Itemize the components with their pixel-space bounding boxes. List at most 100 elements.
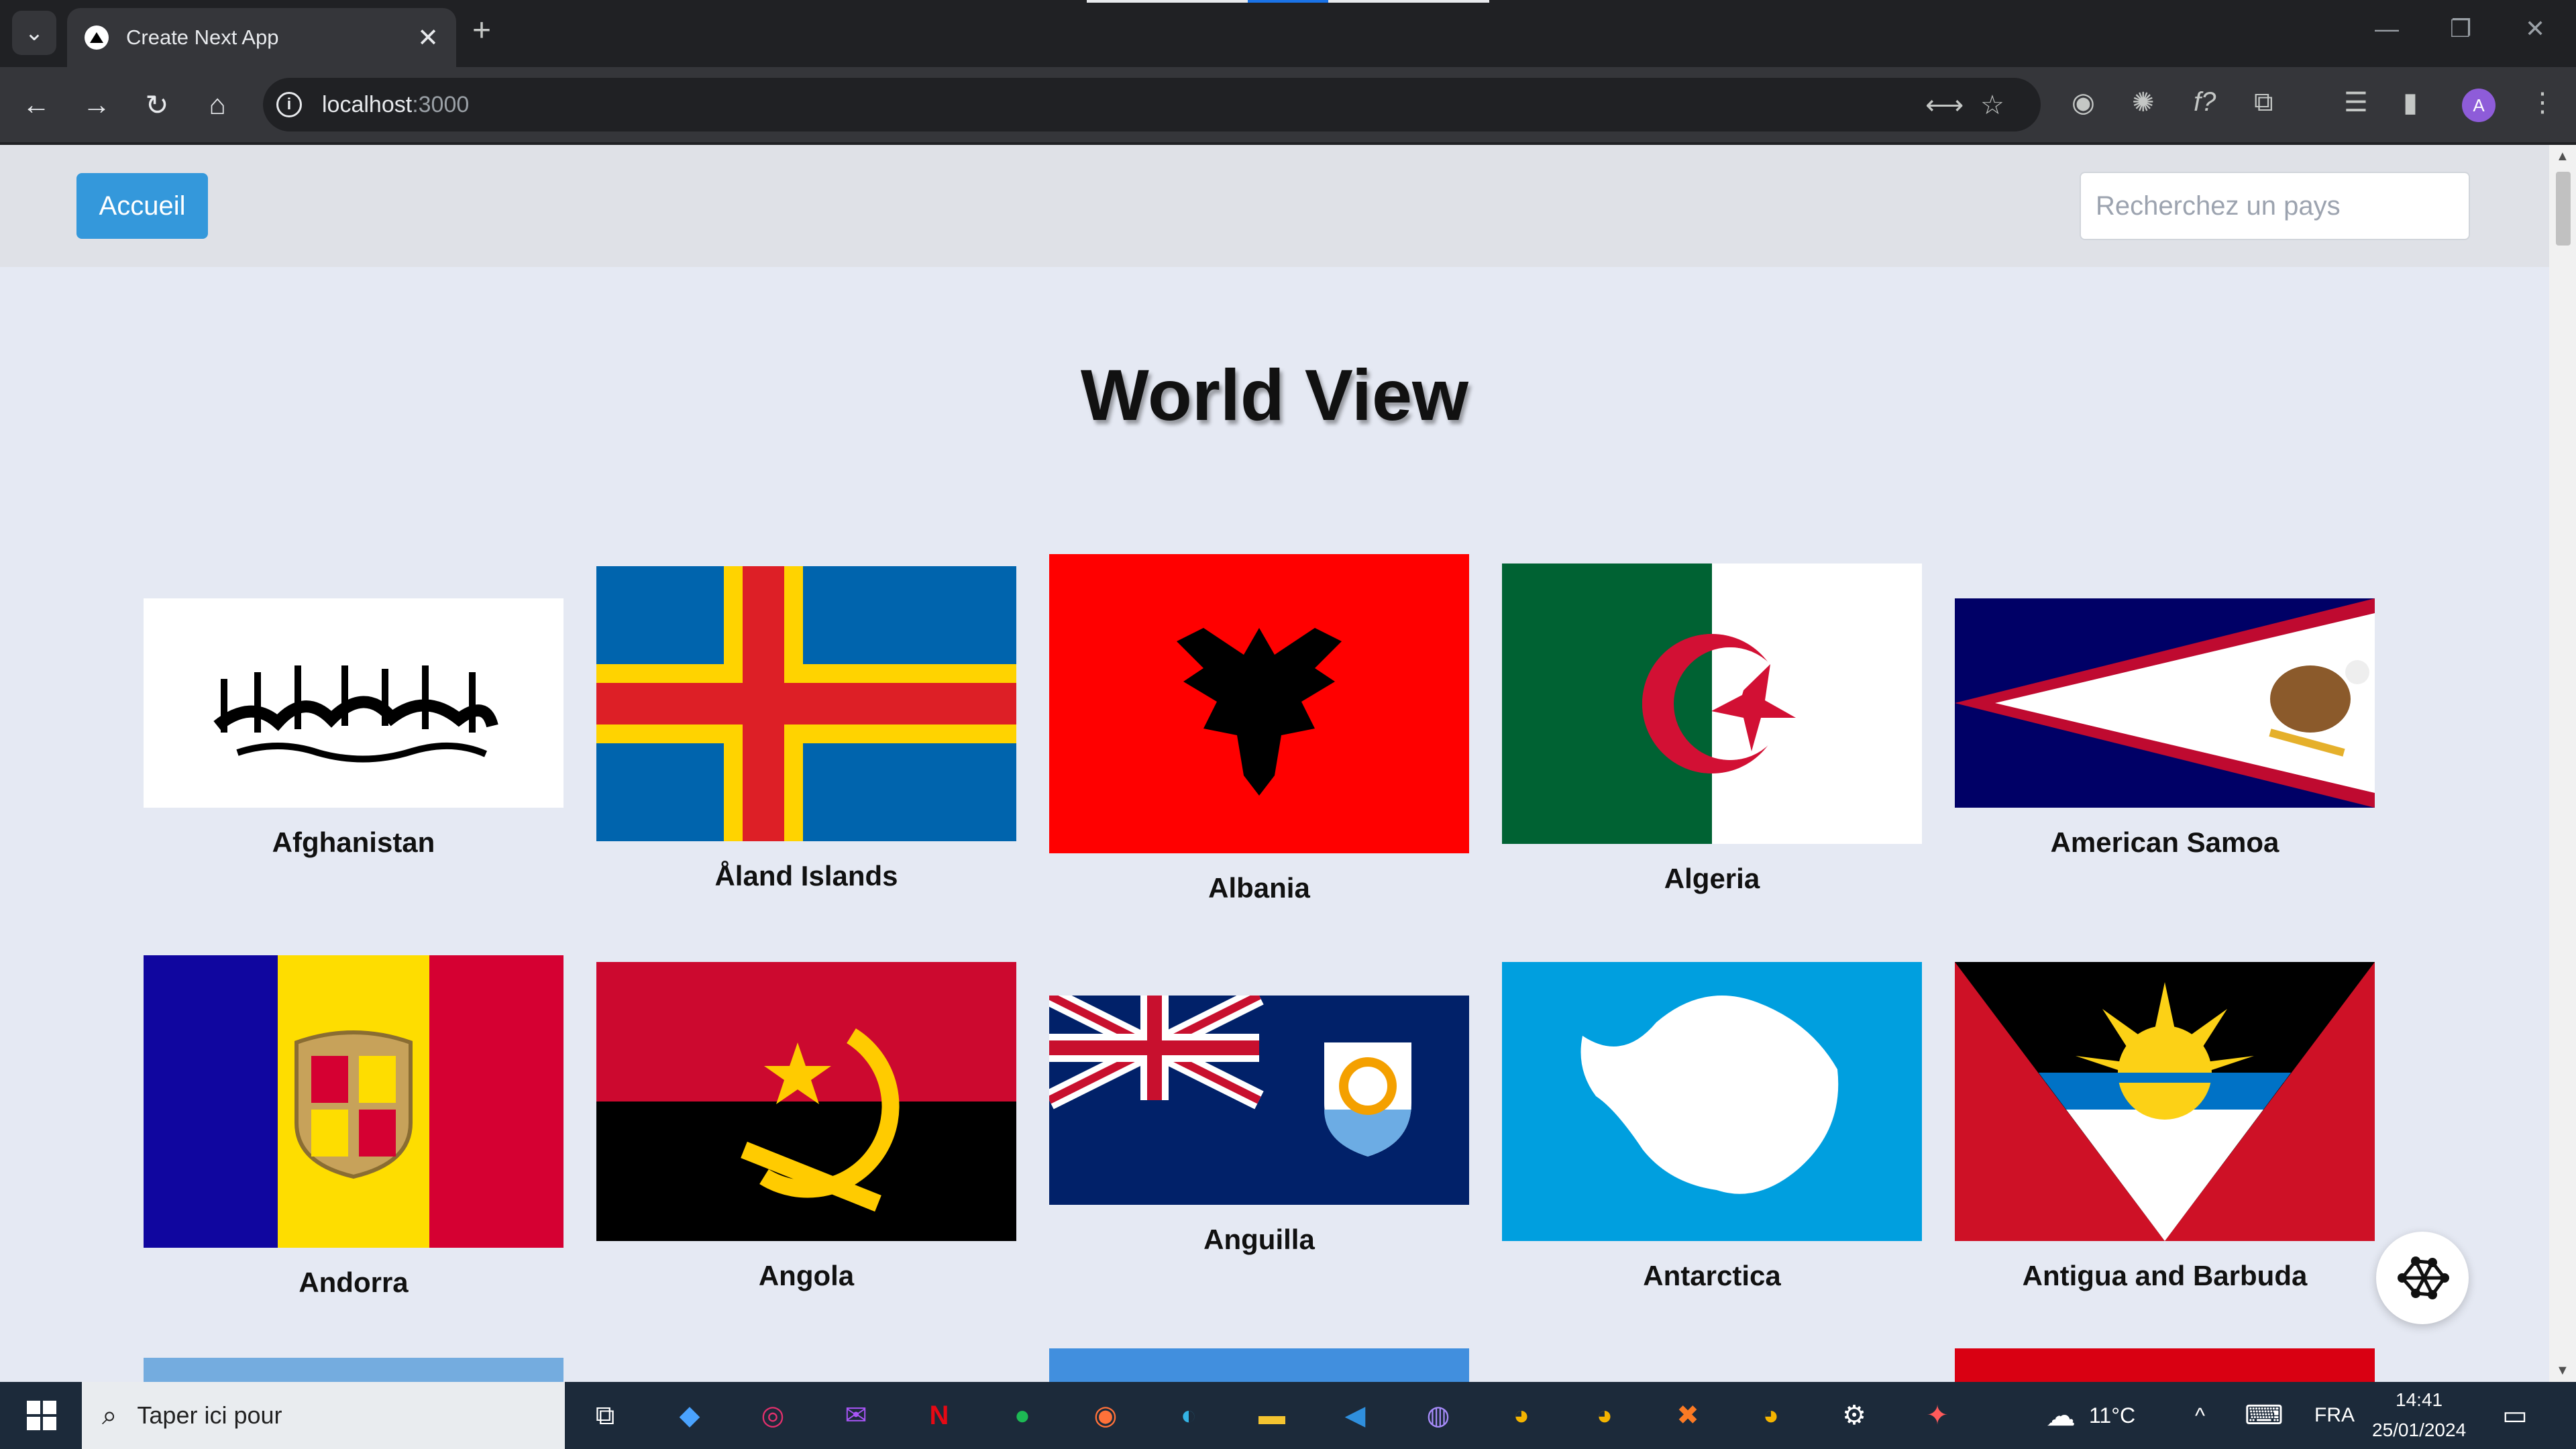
netflix-icon[interactable]: N	[918, 1397, 961, 1434]
extension-1-icon[interactable]: ◉	[2072, 87, 2095, 118]
country-card[interactable]: Andorra	[144, 955, 564, 1299]
bookmark-star-icon[interactable]: ☆	[1980, 90, 2004, 121]
spotify-icon[interactable]: ●	[1001, 1397, 1044, 1434]
floating-network-button[interactable]	[2376, 1232, 2469, 1324]
window-close-icon[interactable]: ✕	[2525, 15, 2545, 43]
country-card[interactable]: Åland Islands	[596, 566, 1016, 892]
country-name: Algeria	[1664, 863, 1760, 894]
loading-indicator	[1087, 0, 1489, 3]
postman-icon[interactable]: ✦	[1916, 1397, 1959, 1434]
minimize-icon[interactable]: —	[2375, 15, 2399, 43]
flag-albania	[1049, 554, 1469, 853]
instagram-icon[interactable]: ◎	[751, 1397, 794, 1434]
tab-search-chevron-icon[interactable]: ⌄	[12, 11, 56, 55]
home-button[interactable]: Accueil	[76, 173, 208, 239]
extensions-puzzle-icon[interactable]: ⧉	[2254, 87, 2273, 117]
url-port: :3000	[412, 91, 470, 117]
edge-icon[interactable]: ◐	[1167, 1397, 1210, 1434]
messenger-icon[interactable]: ✉	[835, 1397, 877, 1434]
notifications-icon[interactable]: ▭	[2502, 1382, 2528, 1449]
extension-fx-icon[interactable]: f?	[2194, 87, 2216, 117]
country-card[interactable]: Anguilla	[1049, 996, 1469, 1256]
page-scrollbar[interactable]: ▲ ▼	[2549, 145, 2576, 1382]
country-name: Antarctica	[1643, 1260, 1781, 1291]
windows-start-icon[interactable]	[20, 1397, 63, 1434]
side-panel-icon[interactable]: ▮	[2403, 87, 2418, 118]
scrollbar-thumb[interactable]	[2556, 172, 2571, 246]
flag-andorra	[144, 955, 564, 1248]
url-text: localhost:3000	[322, 92, 469, 118]
scroll-down-icon[interactable]: ▼	[2556, 1363, 2569, 1379]
country-search-input[interactable]	[2080, 172, 2470, 240]
country-card[interactable]: Algeria	[1502, 564, 1922, 895]
new-tab-button[interactable]: +	[472, 12, 491, 49]
home-icon[interactable]: ⌂	[195, 82, 240, 127]
browser-tabstrip: ⌄ Create Next App ✕ + — ❐ ✕	[0, 0, 2576, 67]
country-card[interactable]: Antarctica	[1502, 962, 1922, 1292]
media-control-icon[interactable]: ☰	[2344, 87, 2368, 118]
weather-widget[interactable]: ☁ 11°C	[2046, 1382, 2135, 1449]
address-bar[interactable]: i localhost:3000 ⟷ ☆	[263, 78, 2041, 131]
country-name: Angola	[758, 1260, 855, 1291]
nextjs-favicon-icon	[85, 25, 109, 50]
browser-tab-active[interactable]: Create Next App ✕	[67, 8, 456, 67]
url-host: localhost	[322, 91, 413, 117]
copilot-icon[interactable]: ◆	[668, 1397, 711, 1434]
flag-antigua-and-barbuda	[1955, 962, 2375, 1241]
flag-american-samoa	[1955, 598, 2375, 808]
site-navbar: Accueil	[0, 145, 2549, 267]
clock-time: 14:41	[2396, 1389, 2443, 1411]
country-card[interactable]: Antigua and Barbuda	[1955, 962, 2375, 1292]
language-indicator[interactable]: FRA	[2314, 1382, 2355, 1449]
country-name: American Samoa	[2050, 826, 2279, 858]
flag-partial	[144, 1358, 564, 1382]
country-card[interactable]: American Samoa	[1955, 598, 2375, 859]
keyboard-icon[interactable]: ⌨	[2245, 1382, 2284, 1449]
clock-date: 25/01/2024	[2372, 1419, 2467, 1440]
country-name: Afghanistan	[272, 826, 435, 858]
flag-aland-islands	[596, 566, 1016, 841]
translate-icon[interactable]: ⟷	[1925, 90, 1964, 121]
taskbar-search-text: Taper ici pour	[137, 1401, 282, 1429]
country-name: Andorra	[299, 1267, 409, 1298]
country-name: Åland Islands	[714, 860, 898, 892]
taskbar-search-box[interactable]: ⌕ Taper ici pour	[82, 1382, 565, 1449]
clock[interactable]: 14:41 25/01/2024	[2372, 1382, 2466, 1449]
xampp-icon[interactable]: ✖	[1666, 1397, 1709, 1434]
task-view-icon[interactable]: ⧉	[584, 1397, 627, 1434]
country-card[interactable]: Albania	[1049, 554, 1469, 904]
flag-angola	[596, 962, 1016, 1241]
forward-arrow-icon[interactable]: →	[74, 82, 119, 127]
browser-menu-icon[interactable]: ⋮	[2529, 87, 2556, 118]
country-name: Albania	[1208, 872, 1310, 904]
page-viewport: Accueil World View Afghanistan Åland Isl…	[0, 145, 2549, 1382]
tray-chevron-icon[interactable]: ^	[2195, 1382, 2205, 1449]
country-card[interactable]: Afghanistan	[144, 598, 564, 859]
file-explorer-icon[interactable]: ▬	[1250, 1397, 1293, 1434]
flag-partial	[1049, 1348, 1469, 1382]
flag-anguilla	[1049, 996, 1469, 1205]
flag-partial	[1955, 1348, 2375, 1382]
site-info-icon[interactable]: i	[276, 92, 302, 117]
flag-afghanistan	[144, 598, 564, 808]
country-card[interactable]: Angola	[596, 962, 1016, 1292]
reload-icon[interactable]: ↻	[134, 82, 180, 127]
firefox-icon[interactable]: ◉	[1084, 1397, 1127, 1434]
chrome-profile-2-icon[interactable]: ◕	[1750, 1397, 1792, 1434]
iptv-icon[interactable]: ◍	[1417, 1397, 1460, 1434]
vscode-icon[interactable]: ◀	[1334, 1397, 1377, 1434]
country-name: Anguilla	[1203, 1224, 1315, 1255]
extension-2-icon[interactable]: ✺	[2132, 87, 2155, 118]
settings-gear-icon[interactable]: ⚙	[1833, 1397, 1876, 1434]
profile-avatar[interactable]: A	[2462, 89, 2496, 122]
restore-icon[interactable]: ❐	[2450, 15, 2471, 43]
chrome-icon[interactable]: ◕	[1500, 1397, 1543, 1434]
flag-algeria	[1502, 564, 1922, 844]
network-graph-icon	[2398, 1256, 2449, 1299]
tab-close-icon[interactable]: ✕	[417, 23, 439, 53]
chrome-profile-icon[interactable]: ◕	[1583, 1397, 1626, 1434]
back-arrow-icon[interactable]: ←	[13, 82, 59, 127]
weather-temp: 11°C	[2089, 1403, 2136, 1428]
country-name: Antigua and Barbuda	[2022, 1260, 2308, 1291]
scroll-up-icon[interactable]: ▲	[2556, 149, 2569, 164]
